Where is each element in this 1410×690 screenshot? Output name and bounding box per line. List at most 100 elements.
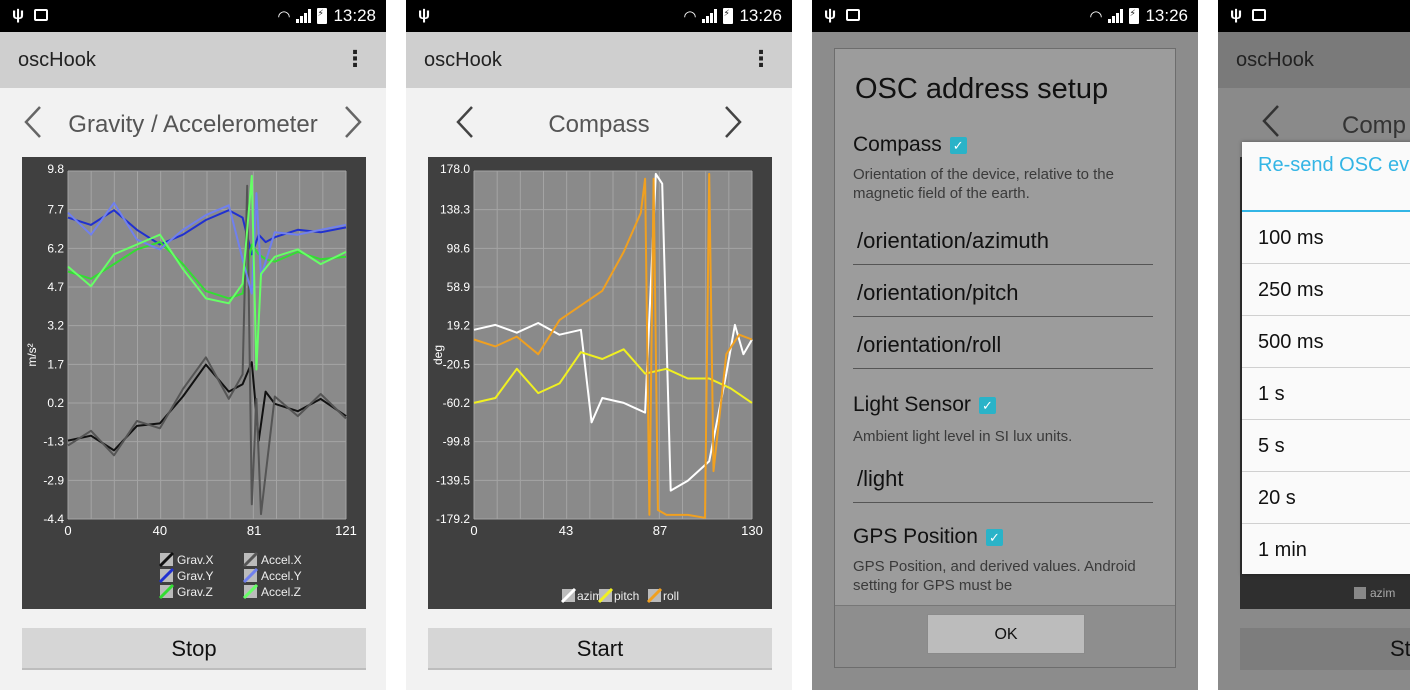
- legend-label: Grav.X: [177, 553, 213, 567]
- x-tick-label: 0: [64, 523, 71, 538]
- y-tick-label: -60.2: [443, 396, 471, 410]
- y-tick-label: 178.0: [440, 162, 470, 176]
- y-tick-label: 1.7: [47, 357, 64, 371]
- sensor-title: Gravity / Accelerometer: [68, 111, 318, 138]
- chart-legend: azim: [1354, 586, 1395, 600]
- dialog-footer: OK: [835, 605, 1175, 667]
- interval-option[interactable]: 1 min: [1242, 524, 1410, 576]
- sensor-nav: Compass: [406, 98, 792, 148]
- x-tick-label: 40: [153, 523, 167, 538]
- y-tick-label: 19.2: [447, 319, 471, 333]
- battery-icon: [1129, 8, 1140, 24]
- compass-checkbox[interactable]: ✓: [949, 136, 967, 154]
- gps-description: GPS Position, and derived values. Androi…: [853, 558, 1136, 594]
- app-title: oscHook: [18, 49, 96, 71]
- stop-button[interactable]: Stop: [22, 628, 366, 670]
- y-tick-label: 0.2: [47, 396, 64, 410]
- clock: 13:26: [739, 6, 782, 25]
- usb-icon: ψ: [1230, 6, 1243, 23]
- gravity-chart: 9.8 7.7 6.2 4.7 3.2 1.7 0.2 -1.3 -2.9 -4.4 0 40 81 12…: [22, 157, 366, 609]
- compass-label: Compass: [853, 133, 942, 156]
- wifi-icon: ◠: [683, 8, 697, 25]
- osc-address-dialog: OSC address setup Compass ✓ Orientation …: [834, 48, 1176, 668]
- roll-address-field[interactable]: /orientation/roll: [853, 325, 1153, 369]
- overflow-menu-icon[interactable]: ⋮: [750, 46, 772, 72]
- legend-label: Accel.Y: [261, 569, 302, 583]
- y-tick-label: -2.9: [43, 473, 64, 487]
- sensor-nav: Gravity / Accelerometer: [0, 98, 386, 148]
- azimuth-address-field[interactable]: /orientation/azimuth: [853, 221, 1153, 265]
- interval-option[interactable]: 500 ms: [1242, 316, 1410, 368]
- legend-swatch: [1354, 587, 1366, 599]
- y-tick-label: -139.5: [436, 473, 470, 487]
- start-button: Sta: [1240, 628, 1410, 670]
- y-tick-label: 98.6: [447, 241, 471, 255]
- y-tick-label: -1.3: [43, 435, 64, 449]
- status-bar: ψ ◠ 13:28: [0, 0, 386, 32]
- y-tick-label: 6.2: [47, 241, 64, 255]
- interval-option[interactable]: 5 s: [1242, 420, 1410, 472]
- legend-label: roll: [663, 589, 679, 603]
- x-tick-label: 0: [470, 523, 477, 538]
- battery-icon: [723, 8, 734, 24]
- y-tick-label: -99.8: [443, 435, 471, 449]
- light-section-header: Light Sensor ✓: [853, 393, 996, 417]
- legend-label: Grav.Z: [177, 585, 213, 599]
- legend-label: pitch: [614, 589, 639, 603]
- screen-osc-setup: ψ ◠ 13:26 OSC address setup Compass ✓ Or…: [812, 0, 1198, 690]
- image-notification-icon: [1252, 9, 1267, 21]
- interval-option[interactable]: 1 s: [1242, 368, 1410, 420]
- compass-section-header: Compass ✓: [853, 133, 967, 157]
- x-tick-label: 87: [653, 523, 667, 538]
- compass-chart-svg: 178.0 138.3 98.6 58.9 19.2 -20.5 -60.2 -99.8 -13…: [431, 162, 763, 604]
- gps-section-header: GPS Position ✓: [853, 525, 1003, 549]
- legend-label: Accel.X: [261, 553, 302, 567]
- popup-title: Re-send OSC every: [1258, 154, 1410, 176]
- x-tick-label: 81: [247, 523, 261, 538]
- chevron-right-icon[interactable]: [338, 104, 368, 140]
- status-bar: ψ ◠ 13:26: [812, 0, 1198, 32]
- gravity-chart-svg: 9.8 7.7 6.2 4.7 3.2 1.7 0.2 -1.3 -2.9 -4.40 40 81 12…: [25, 162, 357, 600]
- screen-gravity: ψ ◠ 13:28 oscHook ⋮ Gravity / Accelerome…: [0, 0, 386, 690]
- resend-interval-popup: Re-send OSC every 100 ms 250 ms 500 ms 1…: [1242, 142, 1410, 574]
- legend-label: Grav.Y: [177, 569, 213, 583]
- chevron-left-icon: [1262, 105, 1279, 137]
- wifi-icon: ◠: [1089, 8, 1103, 25]
- y-tick-label: -179.2: [436, 512, 470, 526]
- light-checkbox[interactable]: ✓: [978, 396, 996, 414]
- light-description: Ambient light level in SI lux units.: [853, 428, 1073, 445]
- light-address-field[interactable]: /light: [853, 459, 1153, 503]
- y-tick-label: 9.8: [47, 162, 64, 176]
- usb-icon: ψ: [12, 6, 25, 23]
- usb-icon: ψ: [824, 6, 837, 23]
- legend-label: Accel.Z: [261, 585, 301, 599]
- y-tick-label: -20.5: [443, 357, 471, 371]
- wifi-icon: ◠: [277, 8, 291, 25]
- interval-option[interactable]: 100 ms: [1242, 212, 1410, 264]
- app-title: oscHook: [1236, 49, 1314, 71]
- start-button[interactable]: Start: [428, 628, 772, 670]
- usb-icon: ψ: [418, 6, 431, 23]
- status-bar: ψ: [1218, 0, 1410, 32]
- pitch-address-field[interactable]: /orientation/pitch: [853, 273, 1153, 317]
- y-tick-label: 3.2: [47, 319, 64, 333]
- y-tick-label: 7.7: [47, 203, 64, 217]
- clock: 13:28: [333, 6, 376, 25]
- x-tick-label: 130: [741, 523, 763, 538]
- gps-checkbox[interactable]: ✓: [985, 528, 1003, 546]
- x-tick-label: 43: [559, 523, 573, 538]
- overflow-menu-icon[interactable]: ⋮: [344, 46, 366, 72]
- ok-button[interactable]: OK: [927, 614, 1085, 654]
- y-axis-label: deg: [431, 345, 445, 365]
- compass-chart: 178.0 138.3 98.6 58.9 19.2 -20.5 -60.2 -99.8 -13…: [428, 157, 772, 609]
- light-label: Light Sensor: [853, 393, 971, 416]
- y-axis-label: m/s²: [25, 343, 39, 366]
- interval-option[interactable]: 250 ms: [1242, 264, 1410, 316]
- y-tick-label: -4.4: [43, 512, 64, 526]
- signal-icon: [296, 9, 312, 23]
- battery-icon: [317, 8, 328, 24]
- action-bar: oscHook ⋮: [406, 32, 792, 88]
- chevron-right-icon[interactable]: [718, 104, 748, 140]
- interval-option[interactable]: 20 s: [1242, 472, 1410, 524]
- y-tick-label: 4.7: [47, 280, 64, 294]
